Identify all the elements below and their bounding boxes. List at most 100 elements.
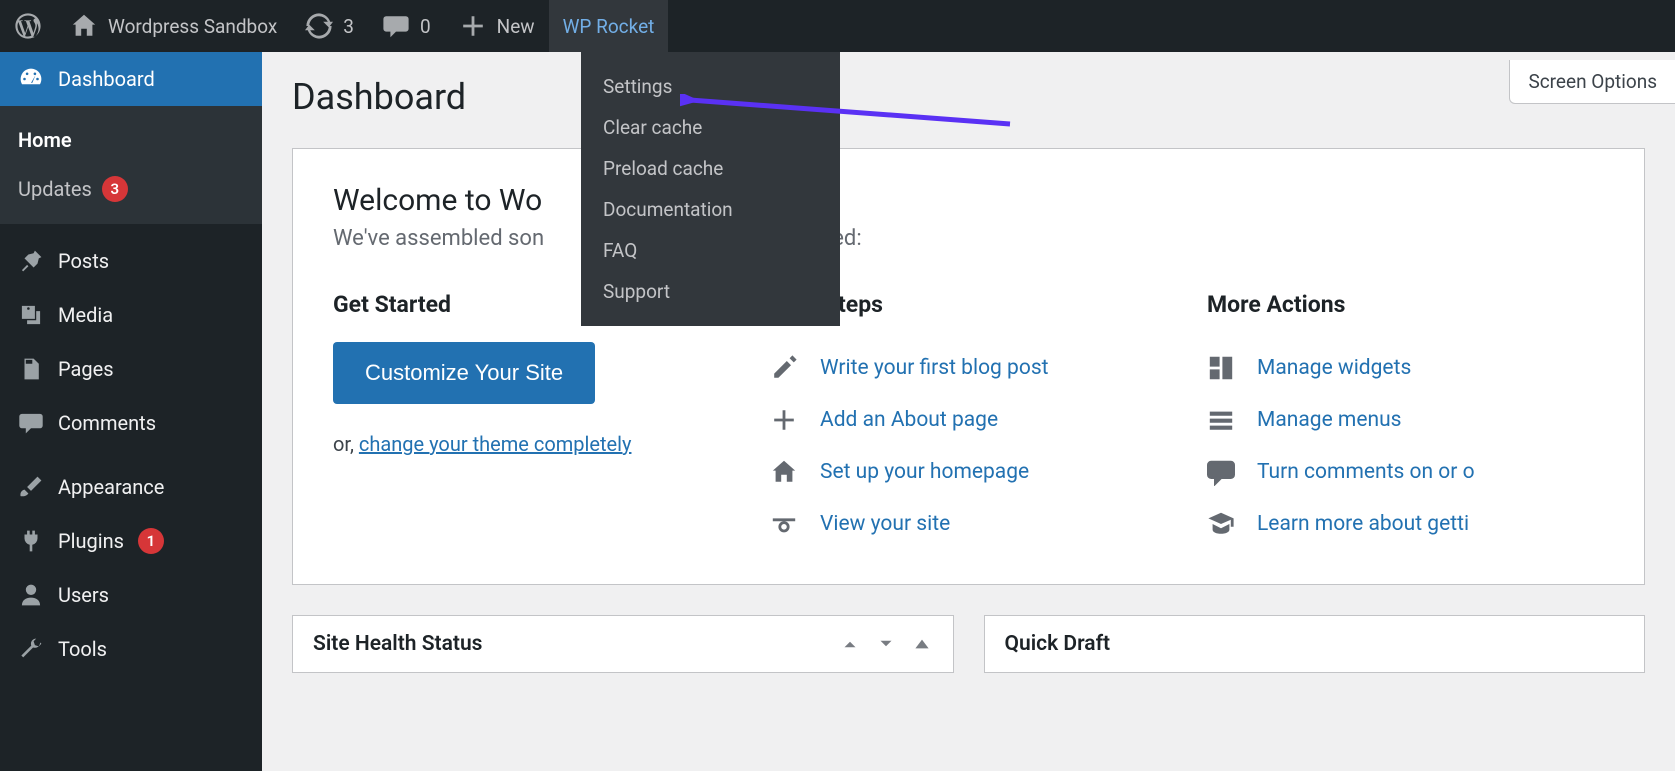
sidebar-item-comments[interactable]: Comments	[0, 396, 262, 450]
list-item: Set up your homepage	[770, 446, 1167, 498]
dropdown-preload-cache[interactable]: Preload cache	[581, 148, 840, 189]
home-icon	[770, 458, 798, 486]
sidebar-item-appearance[interactable]: Appearance	[0, 460, 262, 514]
sidebar-label: Appearance	[58, 475, 164, 499]
submenu-home[interactable]: Home	[0, 116, 262, 164]
comment-off-icon	[1207, 458, 1235, 486]
list-item: Add an About page	[770, 394, 1167, 446]
col-more-actions: More Actions Manage widgets Manage menus	[1207, 291, 1604, 550]
list-item: View your site	[770, 498, 1167, 550]
sidebar-label: Tools	[58, 637, 107, 661]
link-setup-homepage[interactable]: Set up your homepage	[820, 460, 1029, 484]
or-change-theme: or, change your theme completely	[333, 432, 730, 456]
chevron-down-icon[interactable]	[875, 633, 897, 655]
chevron-up-icon[interactable]	[839, 633, 861, 655]
media-icon	[18, 302, 44, 328]
adminbar-updates[interactable]: 3	[291, 0, 368, 52]
postbox-title: Quick Draft	[1005, 632, 1111, 656]
updates-badge: 3	[102, 176, 128, 202]
comments-count: 0	[420, 15, 431, 38]
sidebar-label: Pages	[58, 357, 114, 381]
caret-up-icon[interactable]	[911, 633, 933, 655]
postbox-handle-actions	[839, 633, 933, 655]
link-manage-widgets[interactable]: Manage widgets	[1257, 356, 1411, 380]
submenu-updates-label: Updates	[18, 177, 92, 201]
wprocket-label: WP Rocket	[563, 15, 655, 38]
sidebar-item-posts[interactable]: Posts	[0, 234, 262, 288]
dashboard-icon	[18, 66, 44, 92]
sidebar-label: Media	[58, 303, 113, 327]
link-write-post[interactable]: Write your first blog post	[820, 356, 1049, 380]
dropdown-support[interactable]: Support	[581, 271, 840, 312]
wordpress-icon	[14, 12, 42, 40]
postbox-quick-draft: Quick Draft	[984, 615, 1646, 673]
dropdown-documentation[interactable]: Documentation	[581, 189, 840, 230]
dropdown-settings[interactable]: Settings	[581, 66, 840, 107]
change-theme-link[interactable]: change your theme completely	[359, 432, 632, 456]
wrench-icon	[18, 636, 44, 662]
sidebar-label: Users	[58, 583, 109, 607]
user-icon	[18, 582, 44, 608]
sidebar-item-dashboard[interactable]: Dashboard	[0, 52, 262, 106]
customize-site-button[interactable]: Customize Your Site	[333, 342, 595, 404]
comment-icon	[382, 12, 410, 40]
wp-logo[interactable]	[0, 0, 56, 52]
more-actions-title: More Actions	[1207, 291, 1604, 318]
comment-icon	[18, 410, 44, 436]
col-next-steps: Next Steps Write your first blog post Ad…	[770, 291, 1167, 550]
plugins-badge: 1	[138, 528, 164, 554]
sidebar-label: Comments	[58, 411, 156, 435]
adminbar-wprocket[interactable]: WP Rocket	[549, 0, 669, 52]
list-item: Learn more about getti	[1207, 498, 1604, 550]
submenu-updates[interactable]: Updates 3	[0, 164, 262, 214]
brush-icon	[18, 474, 44, 500]
postbox-site-health: Site Health Status	[292, 615, 954, 673]
screen-options-button[interactable]: Screen Options	[1509, 60, 1675, 104]
postbox-header: Site Health Status	[293, 616, 953, 672]
link-add-about[interactable]: Add an About page	[820, 408, 998, 432]
sidebar-item-tools[interactable]: Tools	[0, 622, 262, 676]
eye-icon	[770, 510, 798, 538]
list-item: Manage widgets	[1207, 342, 1604, 394]
sidebar-label: Dashboard	[58, 67, 155, 91]
welcome-panel: Welcome to Wo We've assembled son ted: G…	[292, 148, 1645, 585]
widgets-icon	[1207, 354, 1235, 382]
list-item: Write your first blog post	[770, 342, 1167, 394]
dropdown-faq[interactable]: FAQ	[581, 230, 840, 271]
adminbar: Wordpress Sandbox 3 0 New WP Rocket	[0, 0, 1675, 52]
adminbar-new[interactable]: New	[445, 0, 549, 52]
adminbar-site[interactable]: Wordpress Sandbox	[56, 0, 291, 52]
admin-sidebar: Dashboard Home Updates 3 Posts Media Pag…	[0, 52, 262, 771]
welcome-heading: Welcome to Wo	[333, 183, 1604, 218]
sidebar-item-pages[interactable]: Pages	[0, 342, 262, 396]
col-get-started: Get Started Customize Your Site or, chan…	[333, 291, 730, 550]
sidebar-label: Posts	[58, 249, 109, 273]
page-title: Dashboard	[292, 52, 1645, 148]
sidebar-label: Plugins	[58, 529, 124, 553]
sidebar-item-users[interactable]: Users	[0, 568, 262, 622]
adminbar-comments[interactable]: 0	[368, 0, 445, 52]
refresh-icon	[305, 12, 333, 40]
new-label: New	[497, 15, 535, 38]
link-manage-menus[interactable]: Manage menus	[1257, 408, 1401, 432]
page-icon	[18, 356, 44, 382]
postbox-header: Quick Draft	[985, 616, 1645, 672]
main-content: Screen Options Dashboard Welcome to Wo W…	[262, 52, 1675, 771]
dashboard-submenu: Home Updates 3	[0, 106, 262, 224]
welcome-sub: We've assembled son ted:	[333, 226, 1604, 251]
dropdown-clear-cache[interactable]: Clear cache	[581, 107, 840, 148]
wprocket-dropdown: Settings Clear cache Preload cache Docum…	[581, 52, 840, 326]
site-name: Wordpress Sandbox	[108, 15, 277, 38]
link-toggle-comments[interactable]: Turn comments on or o	[1257, 460, 1475, 484]
plus-icon	[770, 406, 798, 434]
list-item: Manage menus	[1207, 394, 1604, 446]
plug-icon	[18, 528, 44, 554]
sidebar-item-plugins[interactable]: Plugins 1	[0, 514, 262, 568]
link-learn-more[interactable]: Learn more about getti	[1257, 512, 1469, 536]
list-item: Turn comments on or o	[1207, 446, 1604, 498]
link-view-site[interactable]: View your site	[820, 512, 950, 536]
postbox-title: Site Health Status	[313, 632, 482, 656]
sidebar-item-media[interactable]: Media	[0, 288, 262, 342]
menus-icon	[1207, 406, 1235, 434]
plus-icon	[459, 12, 487, 40]
